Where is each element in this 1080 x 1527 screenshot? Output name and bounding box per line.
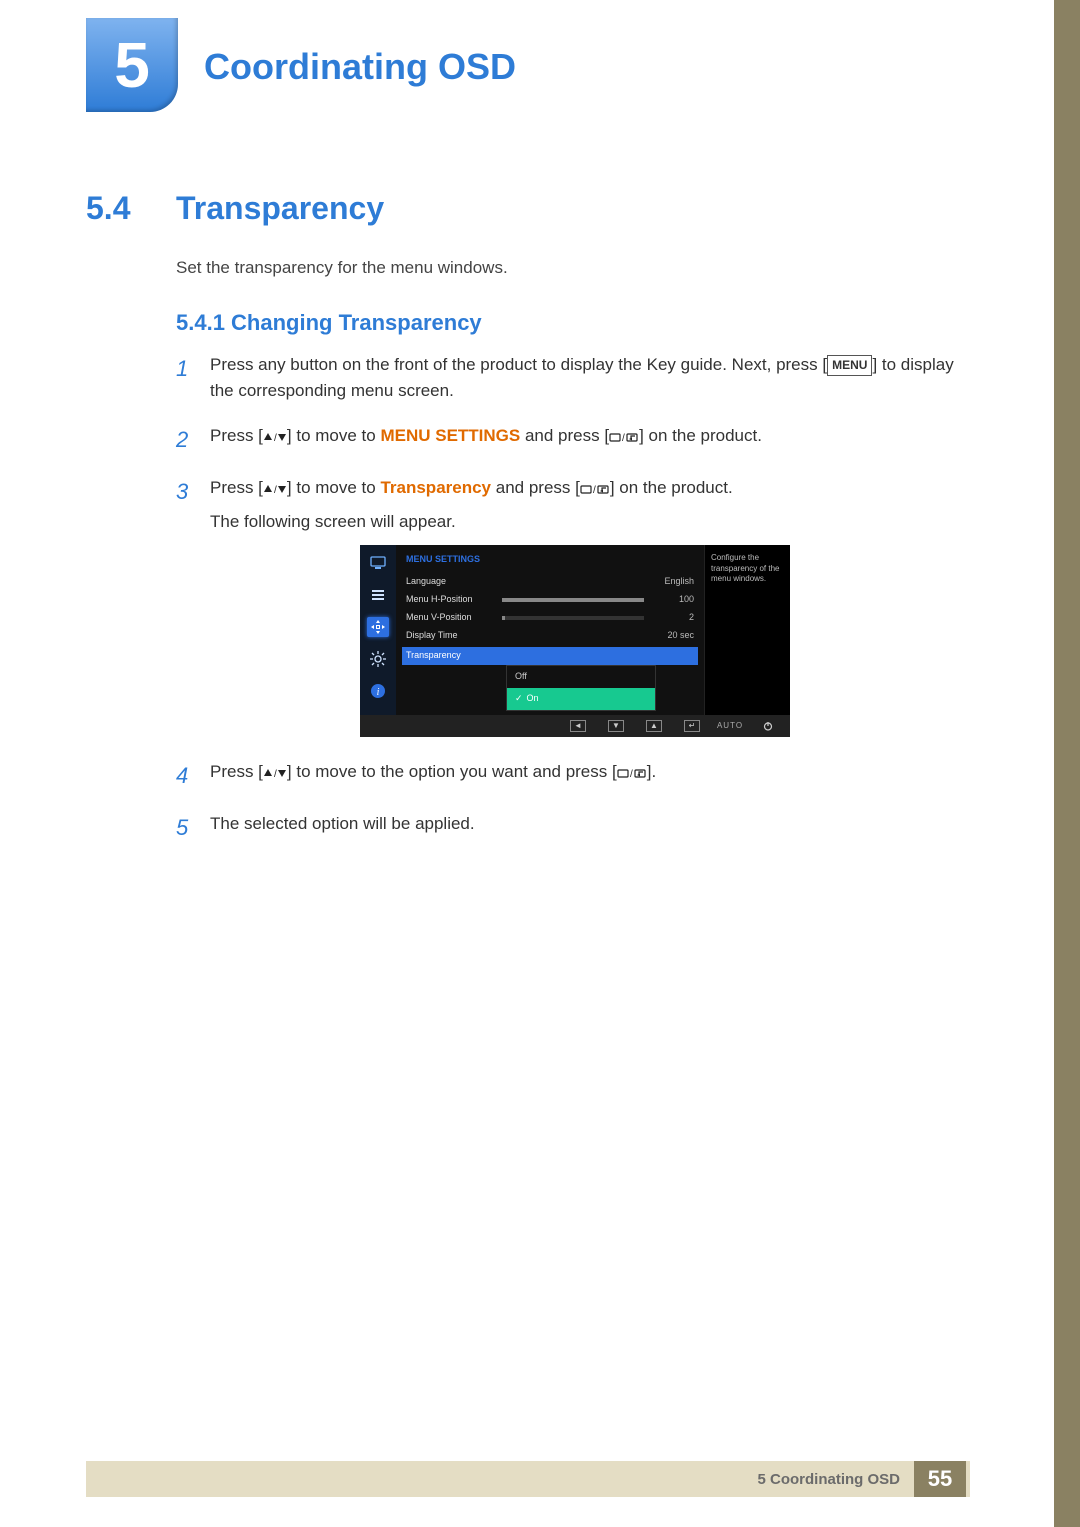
- step-number: 5: [176, 811, 210, 845]
- menu-settings-label: MENU SETTINGS: [380, 426, 520, 445]
- svg-text:/: /: [622, 433, 625, 443]
- monitor-icon: [367, 553, 389, 573]
- osd-row-transparency: Transparency: [402, 647, 698, 665]
- chapter-title: Coordinating OSD: [204, 46, 516, 88]
- osd-row-label: Transparency: [406, 649, 502, 663]
- menu-key-icon: MENU: [827, 355, 872, 376]
- down-icon: ▼: [608, 720, 624, 732]
- svg-text:/: /: [593, 485, 596, 495]
- osd-main-panel: MENU SETTINGS Language English Menu H-Po…: [396, 545, 704, 715]
- step-text: ] to move to the option you want and pre…: [287, 762, 617, 781]
- osd-row-language: Language English: [406, 573, 694, 591]
- section-number: 5.4: [86, 190, 130, 227]
- footer-page-number: 55: [914, 1461, 966, 1497]
- osd-row-value: English: [650, 575, 694, 589]
- up-down-icon: /: [263, 767, 287, 779]
- confirm-return-icon: /: [580, 483, 610, 495]
- step-text: ] to move to: [287, 478, 381, 497]
- auto-label: AUTO: [722, 720, 738, 732]
- chapter-badge: 5: [86, 18, 178, 112]
- up-down-icon: /: [263, 431, 287, 443]
- osd-screenshot: i MENU SETTINGS Language English Menu H-…: [360, 545, 790, 737]
- step-number: 3: [176, 475, 210, 742]
- decorative-right-stripe: [1054, 0, 1080, 1527]
- gear-icon: [367, 649, 389, 669]
- confirm-return-icon: /: [617, 767, 647, 779]
- step-text: ] to move to: [287, 426, 381, 445]
- up-icon: ▲: [646, 720, 662, 732]
- step-number: 4: [176, 759, 210, 793]
- step-number: 2: [176, 423, 210, 457]
- footer-bar: 5 Coordinating OSD 55: [86, 1461, 970, 1497]
- footer-chapter-ref: 5 Coordinating OSD: [758, 1471, 901, 1488]
- step-number: 1: [176, 352, 210, 405]
- osd-row-label: Display Time: [406, 629, 502, 643]
- svg-text:/: /: [630, 769, 633, 779]
- step-text: and press [: [491, 478, 580, 497]
- osd-row-value: 20 sec: [650, 629, 694, 643]
- osd-row-displaytime: Display Time 20 sec: [406, 627, 694, 645]
- osd-row-hpos: Menu H-Position 100: [406, 591, 694, 609]
- step-text: ].: [647, 762, 656, 781]
- step-text: The selected option will be applied.: [210, 811, 966, 845]
- step-5: 5 The selected option will be applied.: [176, 811, 966, 845]
- osd-option-on: ✓On: [507, 688, 655, 710]
- enter-icon: ↵: [684, 720, 700, 732]
- left-icon: ◄: [570, 720, 586, 732]
- step-text: ] on the product.: [610, 478, 733, 497]
- step-text: Press [: [210, 762, 263, 781]
- steps-list: 1 Press any button on the front of the p…: [176, 352, 966, 863]
- section-title: Transparency: [176, 190, 384, 227]
- transparency-label: Transparency: [380, 478, 491, 497]
- svg-text:/: /: [274, 769, 277, 779]
- osd-row-value: 2: [650, 611, 694, 625]
- confirm-return-icon: /: [609, 431, 639, 443]
- svg-text:/: /: [274, 485, 277, 495]
- osd-row-label: Menu V-Position: [406, 611, 502, 625]
- step-3: 3 Press [ / ] to move to Transparency and …: [176, 475, 966, 742]
- osd-sidebar: i: [360, 545, 396, 715]
- step-text: Press [: [210, 426, 263, 445]
- osd-dropdown: Off ✓On: [506, 665, 656, 711]
- list-icon: [367, 585, 389, 605]
- step-text: ] on the product.: [639, 426, 762, 445]
- svg-text:/: /: [274, 433, 277, 443]
- step-1: 1 Press any button on the front of the p…: [176, 352, 966, 405]
- svg-text:i: i: [377, 687, 380, 698]
- section-intro: Set the transparency for the menu window…: [176, 258, 508, 278]
- osd-header: MENU SETTINGS: [406, 553, 694, 567]
- osd-row-label: Language: [406, 575, 502, 589]
- step-4: 4 Press [ / ] to move to the option you wa…: [176, 759, 966, 793]
- osd-row-value: 100: [650, 593, 694, 607]
- step-2: 2 Press [ / ] to move to MENU SETTINGS and…: [176, 423, 966, 457]
- step-text: Press [: [210, 478, 263, 497]
- subsection-heading: 5.4.1 Changing Transparency: [176, 310, 482, 336]
- step-text: Press any button on the front of the pro…: [210, 355, 827, 374]
- osd-help-text: Configure the transparency of the menu w…: [704, 545, 790, 715]
- osd-row-label: Menu H-Position: [406, 593, 502, 607]
- power-icon: [760, 720, 776, 732]
- step-text: and press [: [520, 426, 609, 445]
- osd-row-vpos: Menu V-Position 2: [406, 609, 694, 627]
- step-text: The following screen will appear.: [210, 512, 456, 531]
- up-down-icon: /: [263, 483, 287, 495]
- osd-bottom-bar: ◄ ▼ ▲ ↵ AUTO: [360, 715, 790, 737]
- move-icon: [367, 617, 389, 637]
- info-icon: i: [367, 681, 389, 701]
- osd-option-off: Off: [507, 666, 655, 688]
